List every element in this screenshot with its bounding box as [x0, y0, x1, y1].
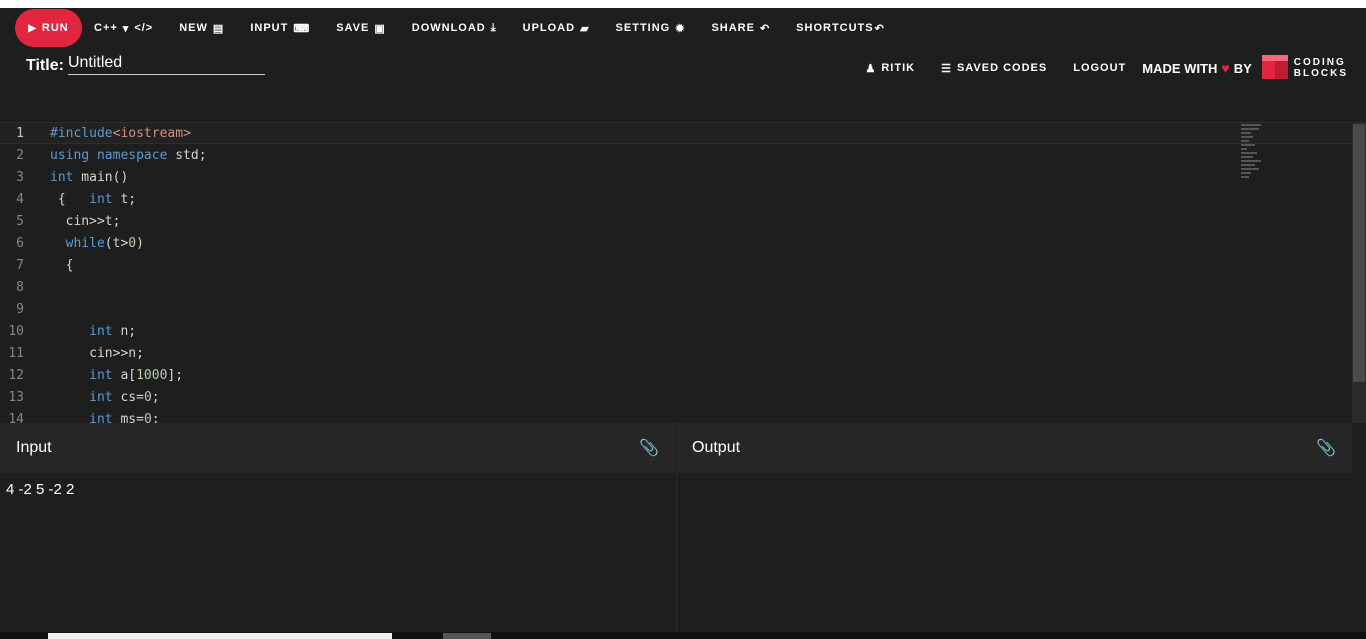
line-number: 9: [16, 301, 24, 317]
line-number: 8: [16, 279, 24, 295]
save-label: SAVE: [336, 22, 370, 34]
paperclip-icon[interactable]: 📎: [639, 438, 659, 458]
code-line: 1 #include<iostream>: [0, 122, 1352, 144]
code-icon: </>: [134, 22, 154, 34]
code-line: 2 using namespace std;: [0, 144, 1352, 166]
gear-icon: ✹: [675, 22, 686, 35]
shortcuts-label: SHORTCUTS: [796, 22, 874, 34]
share-icon: ↶: [759, 22, 771, 35]
line-number: 1: [16, 125, 24, 141]
line-number: 14: [8, 411, 24, 424]
code-line: 14 int ms=0;: [0, 408, 1352, 424]
horizontal-scrollbar[interactable]: [48, 633, 392, 639]
share-label: SHARE: [711, 22, 755, 34]
code-editor[interactable]: 1 #include<iostream> 2 using namespace s…: [0, 122, 1352, 423]
code-line: 8: [0, 276, 1352, 298]
caret-down-icon: ▾: [122, 22, 130, 35]
code-line: 11 cin>>n;: [0, 342, 1352, 364]
user-name: RITIK: [881, 62, 916, 74]
save-button[interactable]: SAVE ▣: [336, 22, 386, 35]
new-button[interactable]: NEW ▤: [179, 22, 224, 35]
floppy-icon: ▣: [374, 22, 386, 35]
code-line: 4 { int t;: [0, 188, 1352, 210]
input-panel-title: Input: [16, 439, 52, 456]
setting-label: SETTING: [615, 22, 671, 34]
code-line: 9: [0, 298, 1352, 320]
right-strip: [1352, 423, 1366, 639]
toolbar: ▶ RUN C++ ▾ </> NEW ▤ INPUT ⌨ SAVE ▣ DOW…: [0, 8, 1366, 48]
output-panel-title: Output: [692, 439, 741, 456]
editor-scrollbar-thumb[interactable]: [1353, 124, 1365, 382]
logo-text-line2: BLOCKS: [1293, 68, 1348, 79]
saved-codes-label: SAVED CODES: [956, 62, 1048, 74]
logout-label: LOGOUT: [1073, 62, 1127, 74]
logo-text-line1: CODING: [1293, 57, 1346, 68]
download-icon: ⤓: [490, 21, 497, 34]
title-label: Title:: [26, 57, 64, 74]
upload-label: UPLOAD: [522, 22, 576, 34]
line-number: 5: [16, 213, 24, 229]
keyboard-icon: ⌨: [293, 22, 311, 35]
line-number: 6: [16, 235, 24, 251]
setting-button[interactable]: SETTING ✹: [616, 22, 686, 35]
upload-button[interactable]: UPLOAD ▰: [523, 22, 590, 35]
code-line: 12 int a[1000];: [0, 364, 1352, 386]
by-label: BY: [1233, 60, 1252, 76]
run-button[interactable]: ▶ RUN: [15, 9, 82, 47]
input-text: 4 -2 5 -2 2: [6, 481, 75, 498]
share-button[interactable]: SHARE ↶: [711, 22, 770, 35]
user-menu[interactable]: ♟ RITIK: [865, 62, 915, 75]
title-row: Title:: [26, 54, 265, 75]
shortcuts-button[interactable]: SHORTCUTS ↶: [796, 22, 885, 35]
folder-icon: ▰: [580, 22, 590, 35]
download-label: DOWNLOAD: [411, 22, 486, 34]
code-line: 13 int cs=0;: [0, 386, 1352, 408]
line-number: 2: [16, 147, 24, 163]
code-line: 3 int main(): [0, 166, 1352, 188]
heart-icon: ♥: [1221, 60, 1230, 76]
output-panel-header: Output 📎: [676, 423, 1352, 473]
new-label: NEW: [179, 22, 208, 34]
file-code-icon: ▤: [212, 22, 225, 35]
logout-link[interactable]: LOGOUT: [1073, 62, 1126, 74]
line-number: 13: [8, 389, 24, 405]
language-label: C++: [94, 22, 118, 34]
user-icon: ♟: [865, 62, 877, 75]
made-with-credit: MADE WITH ♥ BY: [1142, 60, 1251, 76]
browser-top-strip: [0, 0, 1366, 8]
line-number: 11: [8, 345, 24, 361]
download-button[interactable]: DOWNLOAD ⤓: [412, 22, 497, 35]
editor-minimap[interactable]: [1241, 124, 1271, 194]
list-icon: ☰: [941, 62, 952, 75]
output-area: [676, 473, 1352, 632]
language-dropdown[interactable]: C++ ▾ </>: [94, 22, 153, 35]
share-icon: ↶: [874, 22, 885, 35]
cube-logo-icon: [1261, 55, 1288, 81]
line-number: 10: [8, 323, 24, 339]
input-label: INPUT: [250, 22, 289, 34]
line-number: 7: [16, 257, 24, 273]
title-input[interactable]: [67, 54, 265, 75]
code-line: 6 while(t>0): [0, 232, 1352, 254]
input-panel-header: Input 📎: [0, 423, 675, 473]
input-button[interactable]: INPUT ⌨: [250, 22, 310, 35]
paperclip-icon[interactable]: 📎: [1316, 438, 1336, 458]
saved-codes-link[interactable]: ☰ SAVED CODES: [941, 62, 1047, 75]
code-line: 10 int n;: [0, 320, 1352, 342]
run-label: RUN: [41, 22, 69, 34]
right-nav: ♟ RITIK ☰ SAVED CODES LOGOUT MADE WITH ♥…: [839, 54, 1348, 82]
coding-blocks-logo[interactable]: CODING BLOCKS: [1261, 55, 1348, 81]
code-line: 7 {: [0, 254, 1352, 276]
code-line: 5 cin>>t;: [0, 210, 1352, 232]
play-icon: ▶: [28, 22, 37, 34]
line-number: 4: [16, 191, 24, 207]
line-number: 3: [16, 169, 24, 185]
line-number: 12: [8, 367, 24, 383]
horizontal-scrollbar-thumb[interactable]: [443, 633, 491, 639]
input-textarea[interactable]: 4 -2 5 -2 2: [0, 473, 675, 632]
made-with-label: MADE WITH: [1142, 60, 1218, 76]
